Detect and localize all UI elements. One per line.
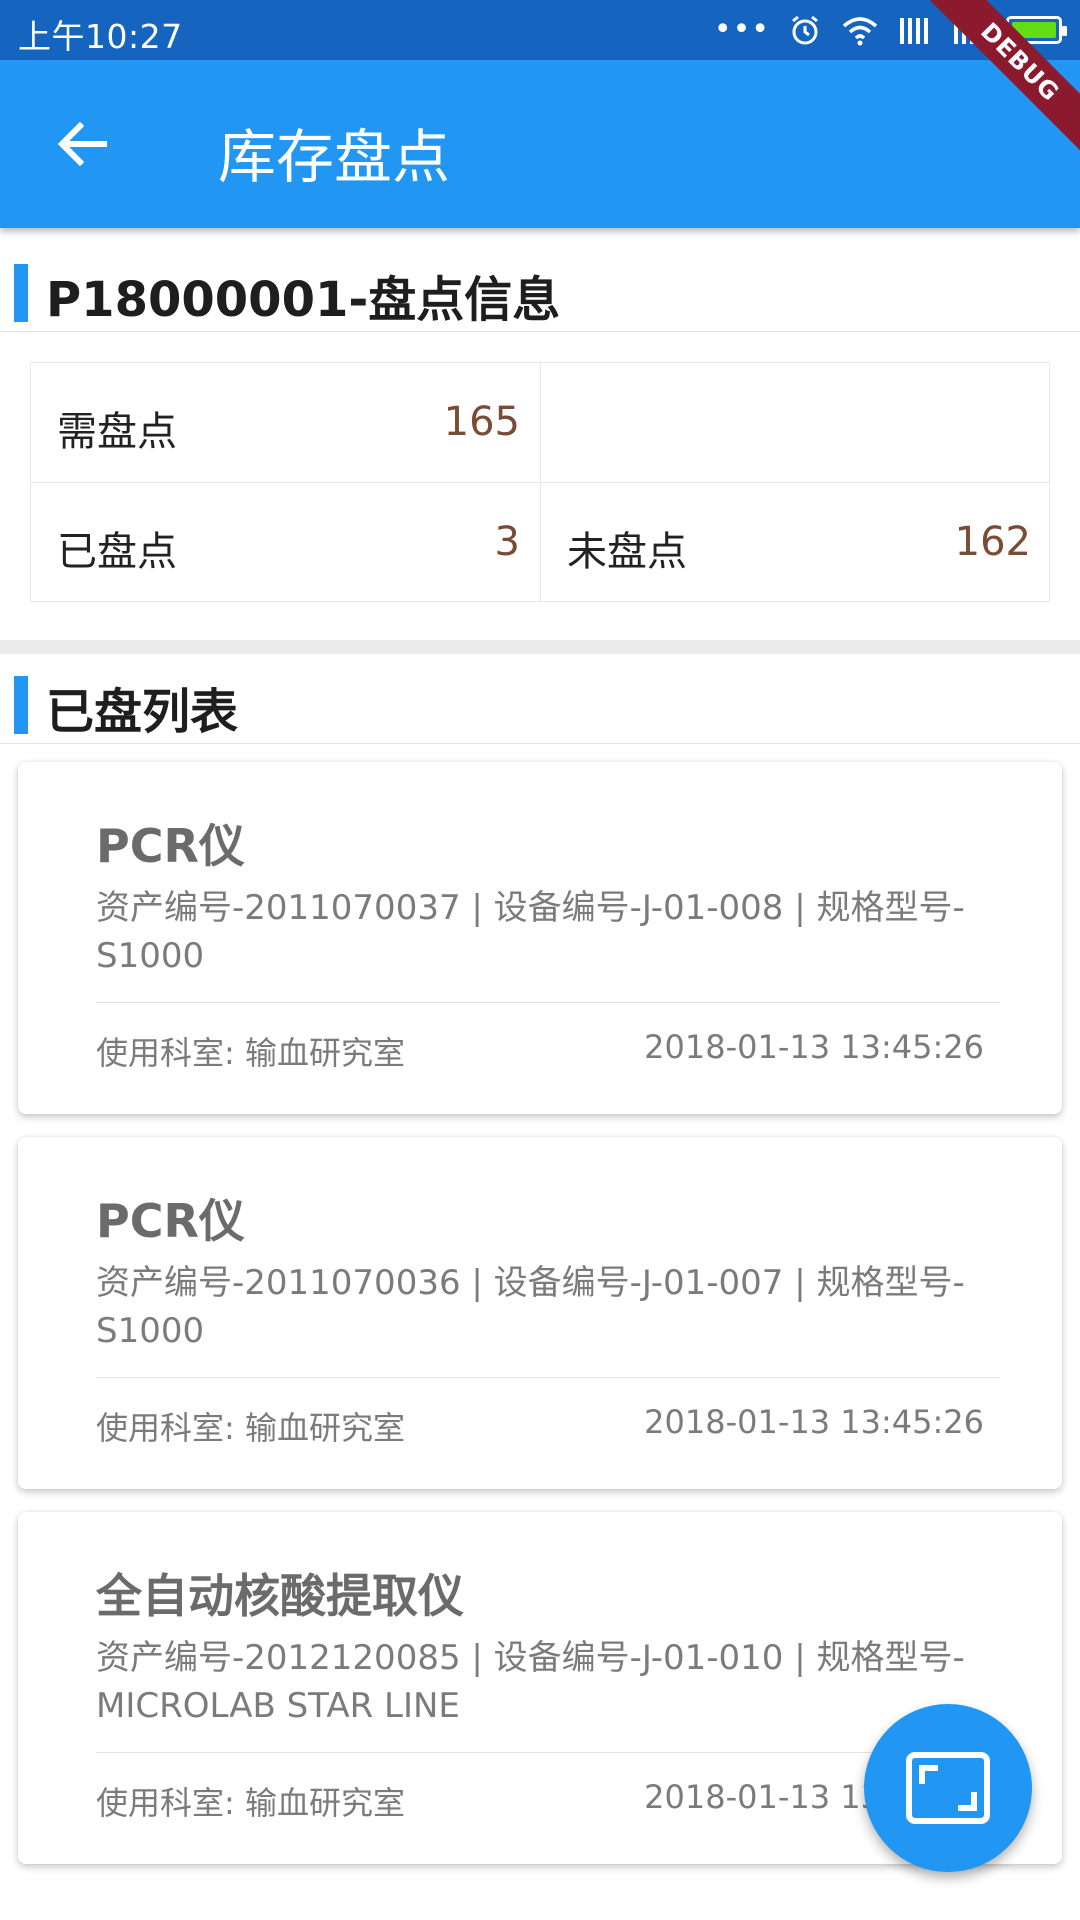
item-divider <box>96 1752 1000 1753</box>
list-section-title: 已盘列表 <box>46 684 239 740</box>
status-bar: 上午10:27 ••• <box>0 0 1080 60</box>
info-section-header: P18000001-盘点信息 <box>0 242 1080 332</box>
item-divider <box>96 1002 1000 1003</box>
item-divider <box>96 1377 1000 1378</box>
stat-done-label: 已盘点 <box>57 529 177 575</box>
app-bar: 库存盘点 <box>0 60 1080 228</box>
stat-todo: 未盘点 162 <box>541 483 1051 603</box>
item-timestamp: 2018-01-13 13:45:26 <box>644 1028 984 1066</box>
section-accent-bar <box>14 676 28 734</box>
back-button[interactable] <box>40 102 124 186</box>
stat-need-label: 需盘点 <box>57 409 177 455</box>
signal-icon <box>900 18 928 44</box>
stat-need: 需盘点 165 <box>31 363 541 483</box>
list-item[interactable]: PCR仪 资产编号-2011070037 | 设备编号-J-01-008 | 规… <box>18 762 1062 1114</box>
section-accent-bar <box>14 264 28 322</box>
info-section-title: P18000001-盘点信息 <box>46 272 561 328</box>
stats-grid: 需盘点 165 已盘点 3 未盘点 162 <box>30 362 1051 603</box>
item-description: 资产编号-2011070036 | 设备编号-J-01-007 | 规格型号-S… <box>96 1263 965 1351</box>
stat-todo-label: 未盘点 <box>567 529 687 575</box>
arrow-back-icon <box>57 121 107 167</box>
stat-need-value: 165 <box>443 399 520 445</box>
item-name: 全自动核酸提取仪 <box>96 1569 464 1623</box>
section-divider <box>0 640 1080 654</box>
list-section-header: 已盘列表 <box>0 654 1080 744</box>
page-title: 库存盘点 <box>218 123 451 191</box>
item-department: 使用科室: 输血研究室 <box>96 1784 405 1822</box>
item-description: 资产编号-2011070037 | 设备编号-J-01-008 | 规格型号-S… <box>96 888 965 976</box>
stat-done-value: 3 <box>494 519 520 565</box>
stat-done: 已盘点 3 <box>31 483 541 603</box>
stat-todo-value: 162 <box>954 519 1031 565</box>
item-description: 资产编号-2012120085 | 设备编号-J-01-010 | 规格型号-M… <box>96 1638 965 1726</box>
item-timestamp: 2018-01-13 13:45:26 <box>644 1403 984 1441</box>
item-department: 使用科室: 输血研究室 <box>96 1034 405 1072</box>
item-name: PCR仪 <box>96 819 245 873</box>
stat-empty <box>541 363 1051 483</box>
item-department: 使用科室: 输血研究室 <box>96 1409 405 1447</box>
item-name: PCR仪 <box>96 1194 245 1248</box>
list-item[interactable]: PCR仪 资产编号-2011070036 | 设备编号-J-01-007 | 规… <box>18 1137 1062 1489</box>
status-time: 上午10:27 <box>18 17 183 56</box>
scan-frame-icon <box>906 1752 990 1824</box>
wifi-icon <box>842 17 878 46</box>
scan-fab-button[interactable] <box>864 1704 1032 1872</box>
more-dots-icon: ••• <box>713 12 770 47</box>
alarm-icon <box>792 15 818 45</box>
